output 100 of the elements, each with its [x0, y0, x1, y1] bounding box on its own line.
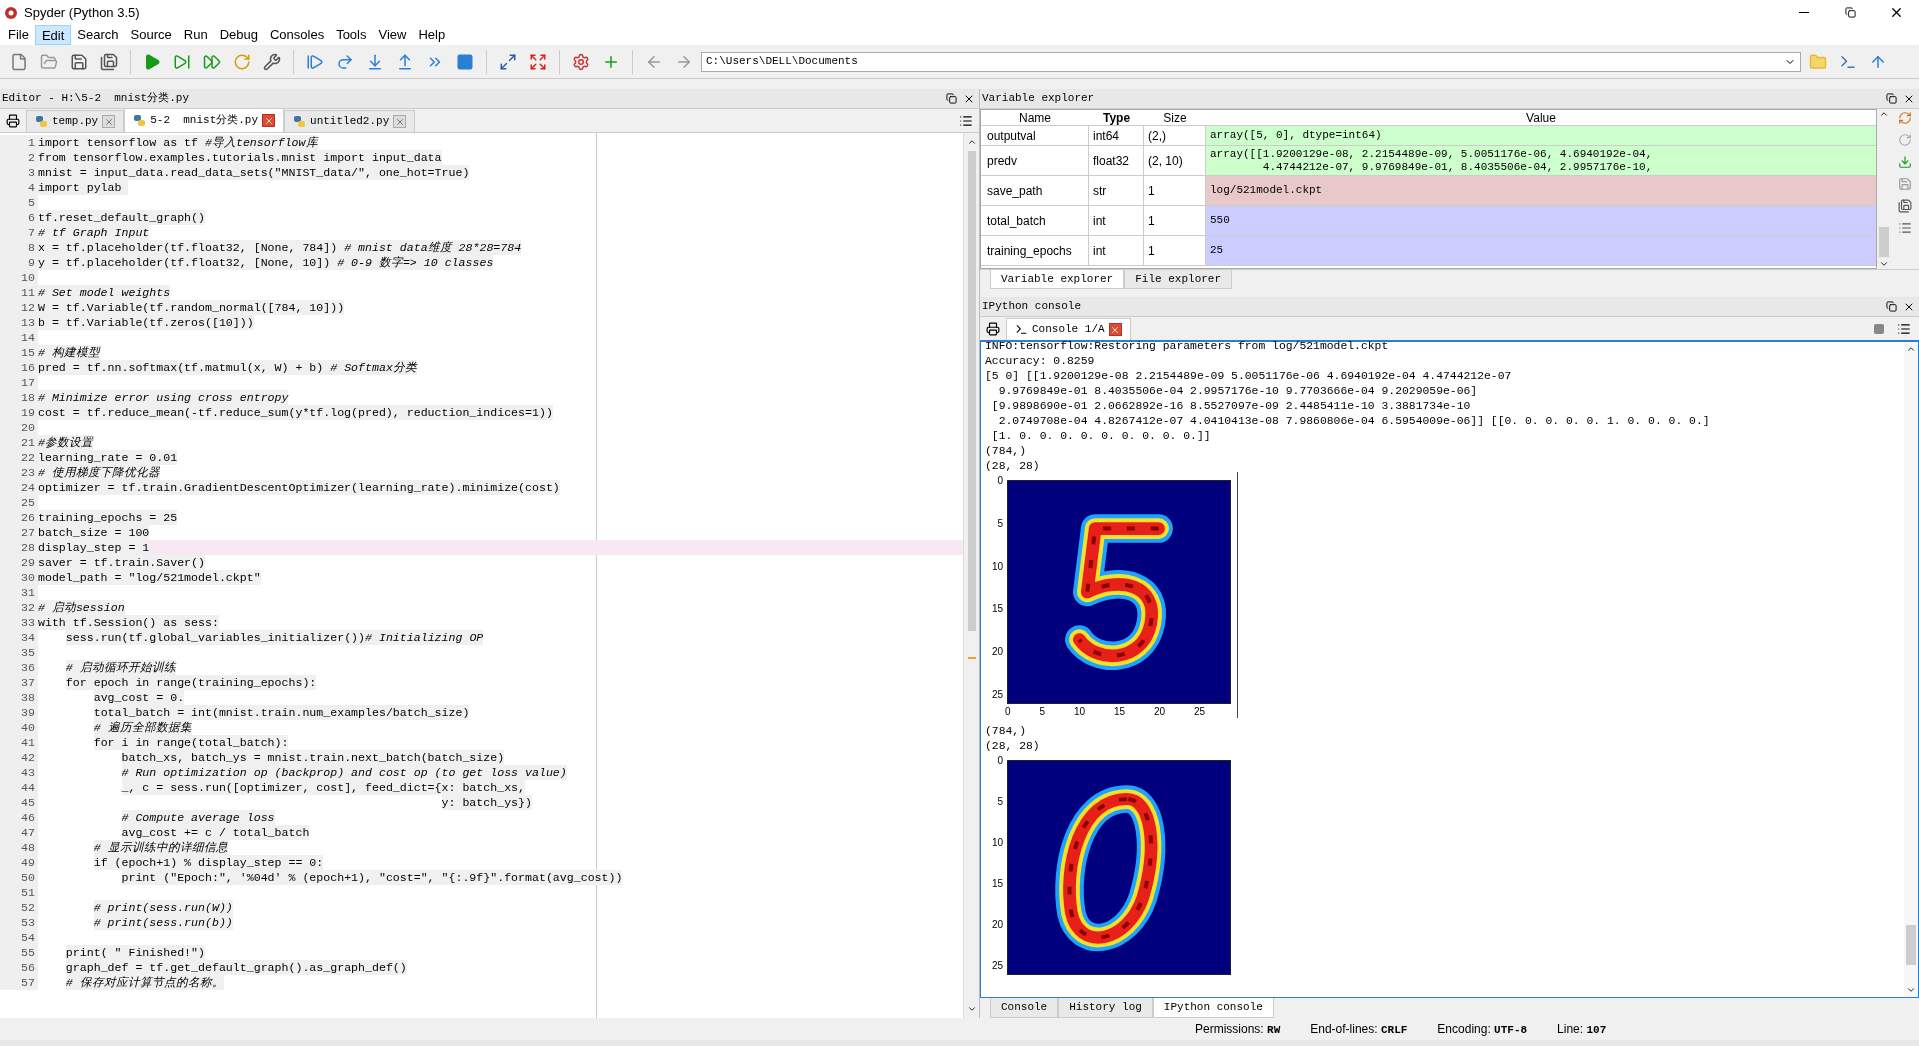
line-number: 23: [0, 465, 38, 480]
table-cell: training_epochs: [981, 236, 1089, 265]
cell-value: 25: [1210, 244, 1225, 257]
console-icon: [1015, 323, 1028, 336]
scrollbar-thumb[interactable]: [1906, 925, 1916, 965]
minimize-icon: [1799, 12, 1809, 13]
line-number: 4: [0, 180, 38, 195]
undock-icon[interactable]: [1886, 92, 1897, 104]
axis-tick-label: 20: [991, 920, 1003, 930]
table-cell: total_batch: [981, 206, 1089, 235]
line-number: 51: [0, 885, 38, 900]
menu-item[interactable]: Consoles: [263, 25, 331, 45]
menu-item[interactable]: Source: [124, 25, 178, 45]
scroll-up-icon[interactable]: [1906, 344, 1916, 354]
console-line: (28, 28): [985, 459, 1040, 474]
line-number: 28: [0, 540, 38, 555]
python-file-icon: [35, 115, 48, 128]
menu-item[interactable]: Search: [71, 25, 125, 45]
line-number: 17: [0, 375, 38, 390]
axis-tick-label: 15: [991, 604, 1003, 615]
line-number: 37: [0, 675, 38, 690]
console-line: 2.0749708e-04 4.8267412e-07 4.0410413e-08 7.9860806e-04 6.5954009e-06]] [[0. 0. 0. 0. 0. 1. 0. 0. 0. 0.]: [997, 414, 1710, 429]
scrollbar-thumb[interactable]: [1879, 227, 1889, 257]
undock-icon[interactable]: [1886, 300, 1897, 312]
editor-tab[interactable]: 5-2 mnist分类.py: [124, 108, 285, 132]
refresh-icon[interactable]: [1898, 111, 1912, 125]
scroll-up-icon[interactable]: [966, 137, 977, 147]
axis-tick-label: 0: [997, 756, 1003, 766]
menu-item[interactable]: Run: [177, 25, 214, 45]
scroll-down-icon[interactable]: [1906, 985, 1916, 995]
column-header[interactable]: Value: [1206, 110, 1876, 126]
column-header[interactable]: Type: [1089, 110, 1144, 126]
variable-table[interactable]: [980, 109, 1877, 269]
scroll-up-icon[interactable]: [1879, 109, 1889, 119]
console-tab[interactable]: Console 1/A: [1006, 318, 1131, 340]
menu-item[interactable]: Help: [412, 25, 452, 45]
path-field[interactable]: C:\Users\DELL\Documents: [701, 51, 1801, 72]
tab-close-icon[interactable]: [102, 115, 116, 128]
column-header[interactable]: Name: [981, 110, 1089, 126]
axis-tick-label: 15: [1113, 706, 1125, 718]
cell-value: array([5, 0], dtype=int64): [1210, 129, 1383, 142]
scroll-down-icon[interactable]: [1879, 259, 1889, 269]
line-number: 20: [0, 420, 38, 435]
pane-tab[interactable]: Console: [990, 998, 1059, 1018]
table-cell: int64: [1089, 126, 1144, 145]
save-as-icon[interactable]: [1898, 199, 1912, 213]
axis-tick-label: 20: [1153, 706, 1165, 718]
tab-close-icon[interactable]: [262, 114, 276, 127]
line-number: 54: [0, 930, 38, 945]
status-item: Permissions: RW: [1195, 1020, 1281, 1038]
menu-item[interactable]: Edit: [34, 25, 72, 45]
tab-close-icon[interactable]: [393, 115, 407, 128]
editor-tab[interactable]: temp.py: [26, 110, 125, 132]
scrollbar[interactable]: [1904, 342, 1918, 997]
line-number: 41: [0, 735, 38, 750]
table-cell: predv: [981, 146, 1089, 175]
table-cell: str: [1089, 176, 1144, 205]
console-line: Accuracy: 0.8259: [985, 354, 1095, 369]
pane-tab[interactable]: Variable explorer: [990, 270, 1125, 289]
line-number: 32: [0, 600, 38, 615]
menu-item[interactable]: View: [372, 25, 413, 45]
python-file-icon: [293, 115, 307, 128]
axis-tick-label: 0: [997, 476, 1003, 486]
python-file-icon: [133, 114, 147, 127]
table-cell: int: [1089, 236, 1144, 265]
line-number: 56: [0, 960, 38, 975]
line-number: 30: [0, 570, 38, 585]
line-number: 18: [0, 390, 38, 405]
options-icon[interactable]: [1897, 322, 1911, 336]
table-cell: save_path: [981, 176, 1089, 205]
line-number: 34: [0, 630, 38, 645]
line-number: 48: [0, 840, 38, 855]
pane-tab[interactable]: File explorer: [1124, 270, 1233, 289]
undock-icon[interactable]: [946, 92, 957, 104]
editor-tab[interactable]: untitled2.py: [284, 110, 416, 132]
stop-icon[interactable]: [1873, 323, 1885, 335]
pane-tab[interactable]: History log: [1058, 998, 1153, 1018]
scrollbar[interactable]: [963, 133, 979, 1018]
scrollbar[interactable]: [1877, 109, 1891, 269]
menu-item[interactable]: Debug: [213, 25, 264, 45]
scrollbar-thumb[interactable]: [967, 151, 976, 631]
menu-item[interactable]: File: [2, 25, 35, 45]
code-editor[interactable]: [0, 133, 963, 1018]
line-number: 22: [0, 450, 38, 465]
console-line: [1. 0. 0. 0. 0. 0. 0. 0. 0. 0.]]: [990, 429, 1211, 444]
line-number: 40: [0, 720, 38, 735]
cell-value: 4.4744212e-07, 9.9769849e-01, 8.4035506e-04, 2.9957176e-10,: [1261, 160, 1654, 174]
line-number: 31: [0, 585, 38, 600]
menu-item[interactable]: Tools: [330, 25, 373, 45]
import-icon[interactable]: [1898, 155, 1912, 169]
line-number: 16: [0, 360, 38, 375]
column-header[interactable]: Size: [1144, 110, 1206, 126]
scroll-down-icon[interactable]: [966, 1004, 977, 1014]
options-icon[interactable]: [959, 114, 973, 128]
status-item: Encoding: UTF-8: [1437, 1020, 1528, 1038]
pane-title: Variable explorer: [982, 91, 1095, 107]
pane-tab[interactable]: IPython console: [1152, 998, 1274, 1018]
tab-close-icon[interactable]: [1108, 323, 1122, 336]
line-number: 45: [0, 795, 38, 810]
line-number: 43: [0, 765, 38, 780]
